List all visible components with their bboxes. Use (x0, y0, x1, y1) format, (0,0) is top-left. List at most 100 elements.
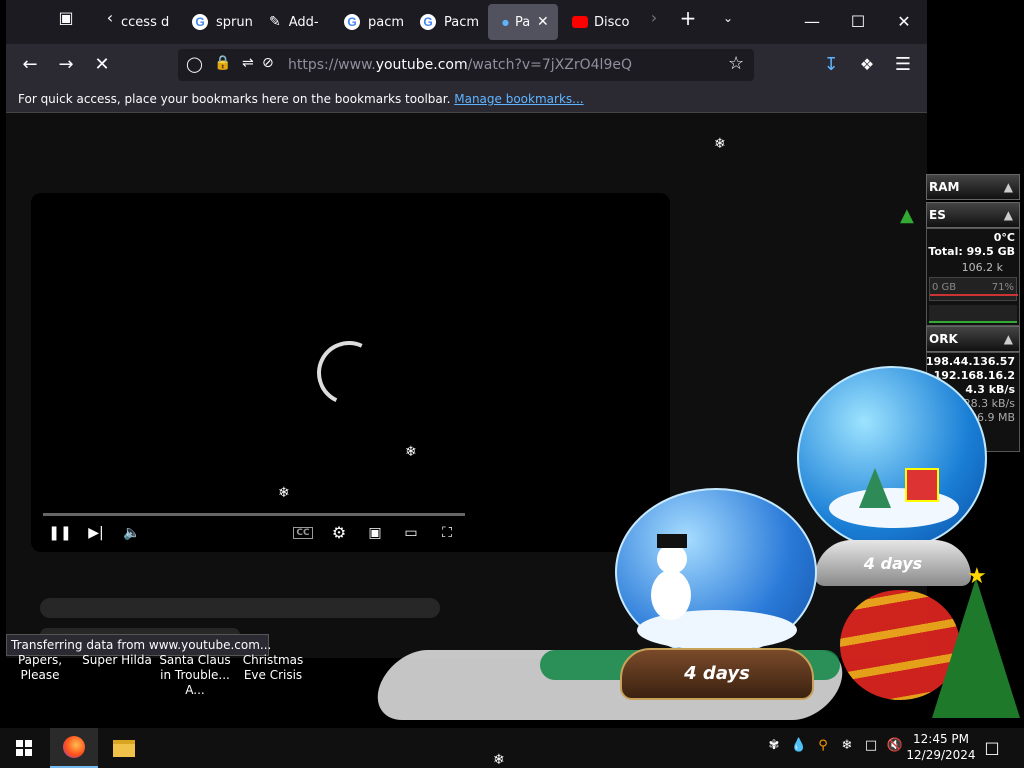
url-text: https://www.youtube.com/watch?v=7jXZrO4l… (288, 57, 632, 73)
new-tab-icon[interactable]: + (676, 0, 700, 36)
status-text: Transferring data from www.youtube.com..… (11, 638, 272, 652)
desktop-icon-christmas-eve[interactable]: Christmas Eve Crisis (234, 653, 312, 683)
captions-icon[interactable]: CC (290, 520, 316, 546)
tab-addons[interactable]: ✎ Add- (269, 4, 329, 40)
bookmark-star-icon[interactable]: ☆ (728, 53, 744, 74)
permissions-icon[interactable]: ⇌ (242, 55, 254, 71)
clock-date: 12/29/2024 (906, 748, 976, 762)
disk-graph: 0 GB 71% (929, 277, 1018, 301)
lock-icon[interactable]: 🔒 (214, 55, 231, 71)
desktop-icon-super-hilda[interactable]: Super Hilda (80, 653, 154, 668)
next-icon[interactable]: ▶| (83, 520, 109, 546)
start-button[interactable] (0, 728, 48, 768)
upload-speed: 4.3 kB/s (965, 383, 1015, 396)
video-progress-bar[interactable] (43, 513, 465, 516)
taskbar-firefox[interactable] (50, 728, 98, 768)
tab-scroll-right-icon[interactable]: › (646, 0, 662, 36)
maximize-button[interactable]: ☐ (835, 4, 881, 40)
extensions-icon[interactable]: ❖ (852, 50, 882, 80)
snowflake-icon: ❄ (405, 444, 417, 460)
clock-time: 12:45 PM (913, 732, 969, 746)
snowflake-icon: ❄ (714, 136, 726, 152)
tab-bar: ▣ ‹ ccess de Gsprun ✎ Add- Gpacm G Pacm ● P… (6, 0, 927, 44)
collapse-icon[interactable]: ▲ (1004, 332, 1013, 346)
globe-left-base: 4 days (620, 648, 814, 700)
system-clock[interactable]: 12:45 PM 12/29/2024 (906, 731, 976, 763)
tab-label: Disco (594, 14, 630, 30)
collapse-icon[interactable]: ▲ (1004, 180, 1013, 194)
google-icon: G (420, 14, 436, 30)
disk-graph-right: 71% (991, 282, 1014, 293)
snow-globe-right (797, 366, 987, 550)
disk-graph-left: 0 GB (932, 282, 957, 293)
windows-icon (16, 740, 32, 756)
bookmarks-toolbar: For quick access, place your bookmarks h… (6, 86, 927, 113)
tab-label: Add- (288, 14, 319, 30)
desktop-icon-papers-please[interactable]: Papers, Please (0, 653, 80, 683)
pause-icon[interactable]: ❚❚ (47, 520, 73, 546)
disk-count: 106.2 k (961, 261, 1003, 274)
gift-icon (905, 468, 939, 502)
tab-pacman-1[interactable]: Gpacm (344, 4, 404, 40)
network-icon[interactable]: □ (861, 738, 881, 753)
tab-discord[interactable]: Disco (572, 4, 638, 40)
downloads-icon[interactable]: ↧ (816, 50, 846, 80)
google-icon: G (192, 14, 208, 30)
tray-search-icon[interactable]: ⚲ (813, 738, 833, 753)
local-ip: 192.168.16.2 (933, 369, 1015, 382)
video-player[interactable]: ❚❚ ▶| 🔈 CC ⚙ ▣ ▭ ⛶ (31, 193, 670, 552)
settings-gear-icon[interactable]: ⚙ (326, 520, 352, 546)
desktop-icon-label: Christmas Eve Crisis (242, 653, 304, 682)
tab-access[interactable]: ccess de (121, 4, 169, 40)
taskbar-file-explorer[interactable] (100, 728, 148, 768)
snowman-icon (651, 570, 691, 620)
url-domain: youtube.com (375, 57, 468, 73)
close-window-button[interactable]: ✕ (881, 4, 927, 40)
miniplayer-icon[interactable]: ▣ (362, 520, 388, 546)
tab-active-youtube[interactable]: ● Pa ✕ (488, 4, 558, 40)
tab-label: sprun (216, 14, 252, 30)
collapse-icon[interactable]: ▲ (1004, 208, 1013, 222)
theater-mode-icon[interactable]: ▭ (398, 520, 424, 546)
stop-loading-button[interactable]: ✕ (87, 50, 117, 80)
snowflake-icon: ❄ (493, 752, 505, 768)
loading-dot-icon: ● (502, 17, 509, 27)
minimize-button[interactable]: — (789, 4, 835, 40)
snowflake-icon: ❄ (278, 485, 290, 501)
christmas-tree-icon (932, 578, 1020, 718)
back-button[interactable]: ← (15, 50, 45, 80)
forward-button[interactable]: → (51, 50, 81, 80)
ram-header-label: RAM (929, 180, 960, 194)
desktop-icon-label: Super Hilda (82, 653, 152, 667)
list-all-tabs-icon[interactable]: ⌄ (718, 0, 738, 36)
tray-drop-icon[interactable]: 💧 (789, 738, 809, 753)
notifications-icon[interactable]: □ (982, 738, 1002, 757)
close-tab-icon[interactable]: ✕ (537, 14, 549, 30)
manage-bookmarks-link[interactable]: Manage bookmarks... (454, 92, 583, 106)
disk-total: Total: 99.5 GB (928, 245, 1015, 258)
fullscreen-icon[interactable]: ⛶ (434, 520, 460, 546)
taskbar: ✾ 💧 ⚲ ❄ □ 🔇 12:45 PM 12/29/2024 □ ❄ (0, 728, 1024, 768)
tab-pacman-2[interactable]: G Pacm (420, 4, 480, 40)
volume-icon[interactable]: 🔈 (119, 520, 145, 546)
tracking-blocked-icon[interactable]: ⊘ (262, 55, 274, 71)
disk-bar (929, 305, 1017, 323)
tray-app-icon[interactable]: ✾ (764, 738, 784, 753)
tab-scroll-left-icon[interactable]: ‹ (100, 0, 120, 36)
snowman-hat (657, 534, 687, 548)
disk-temperature: 0°C (993, 231, 1015, 244)
tab-label: pacm (368, 14, 404, 30)
firefox-view-icon[interactable]: ▣ (50, 0, 82, 36)
url-bar[interactable]: ◯ 🔒 ⇌ ⊘ https://www.youtube.com/watch?v=… (178, 49, 754, 81)
volume-muted-icon[interactable]: 🔇 (885, 738, 905, 753)
tab-sprun[interactable]: Gsprun (192, 4, 252, 40)
youtube-icon (572, 16, 588, 28)
bookmarks-hint: For quick access, place your bookmarks h… (18, 92, 451, 106)
globe-snow-ground (829, 488, 959, 528)
tray-snowflake-icon[interactable]: ❄ (837, 738, 857, 753)
folder-icon (113, 739, 135, 757)
desktop-icon-santa-claus[interactable]: Santa Claus in Trouble... A... (156, 653, 234, 698)
menu-icon[interactable]: ☰ (888, 50, 918, 80)
tab-label: Pa (514, 14, 531, 30)
shield-icon[interactable]: ◯ (186, 55, 203, 73)
